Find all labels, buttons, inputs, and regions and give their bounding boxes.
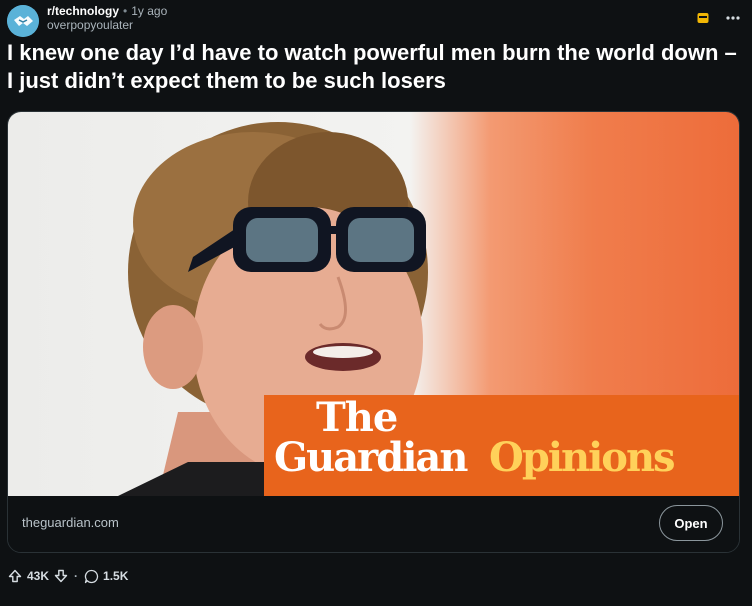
upvote-count: 43K bbox=[27, 569, 50, 583]
comment-icon[interactable] bbox=[83, 568, 99, 584]
subreddit-line: r/technology • 1y ago bbox=[47, 4, 167, 18]
link-domain[interactable]: theguardian.com bbox=[22, 515, 119, 530]
post-container: r/technology • 1y ago overpopyoulater I … bbox=[0, 0, 752, 606]
link-bar: theguardian.com Open bbox=[8, 496, 739, 552]
action-separator: · bbox=[74, 569, 79, 583]
logo-word-opinions: Opinions bbox=[489, 434, 676, 481]
post-meta: r/technology • 1y ago overpopyoulater bbox=[47, 4, 167, 32]
meta-separator: • bbox=[123, 4, 128, 18]
post-header: r/technology • 1y ago overpopyoulater bbox=[7, 3, 742, 39]
downvote-icon[interactable] bbox=[53, 568, 69, 584]
upvote-icon[interactable] bbox=[7, 568, 23, 584]
award-icon[interactable] bbox=[694, 9, 712, 27]
guardian-opinions-logo: The Guardian Opinions bbox=[264, 395, 739, 496]
logo-word-guardian: Guardian bbox=[274, 434, 468, 481]
more-options-icon[interactable] bbox=[724, 9, 742, 27]
post-time: 1y ago bbox=[131, 4, 168, 18]
post-author[interactable]: overpopyoulater bbox=[47, 18, 167, 32]
subreddit-link[interactable]: r/technology bbox=[47, 4, 119, 18]
post-title[interactable]: I knew one day I’d have to watch powerfu… bbox=[7, 39, 737, 95]
subreddit-avatar-icon[interactable] bbox=[7, 5, 39, 37]
comment-count[interactable]: 1.5K bbox=[103, 569, 128, 583]
header-actions bbox=[694, 9, 742, 27]
link-thumbnail[interactable]: The Guardian Opinions bbox=[8, 112, 739, 496]
link-preview-card[interactable]: The Guardian Opinions theguardian.com Op… bbox=[7, 111, 740, 553]
open-link-button[interactable]: Open bbox=[659, 505, 723, 541]
post-action-bar: 43K · 1.5K bbox=[7, 566, 128, 586]
